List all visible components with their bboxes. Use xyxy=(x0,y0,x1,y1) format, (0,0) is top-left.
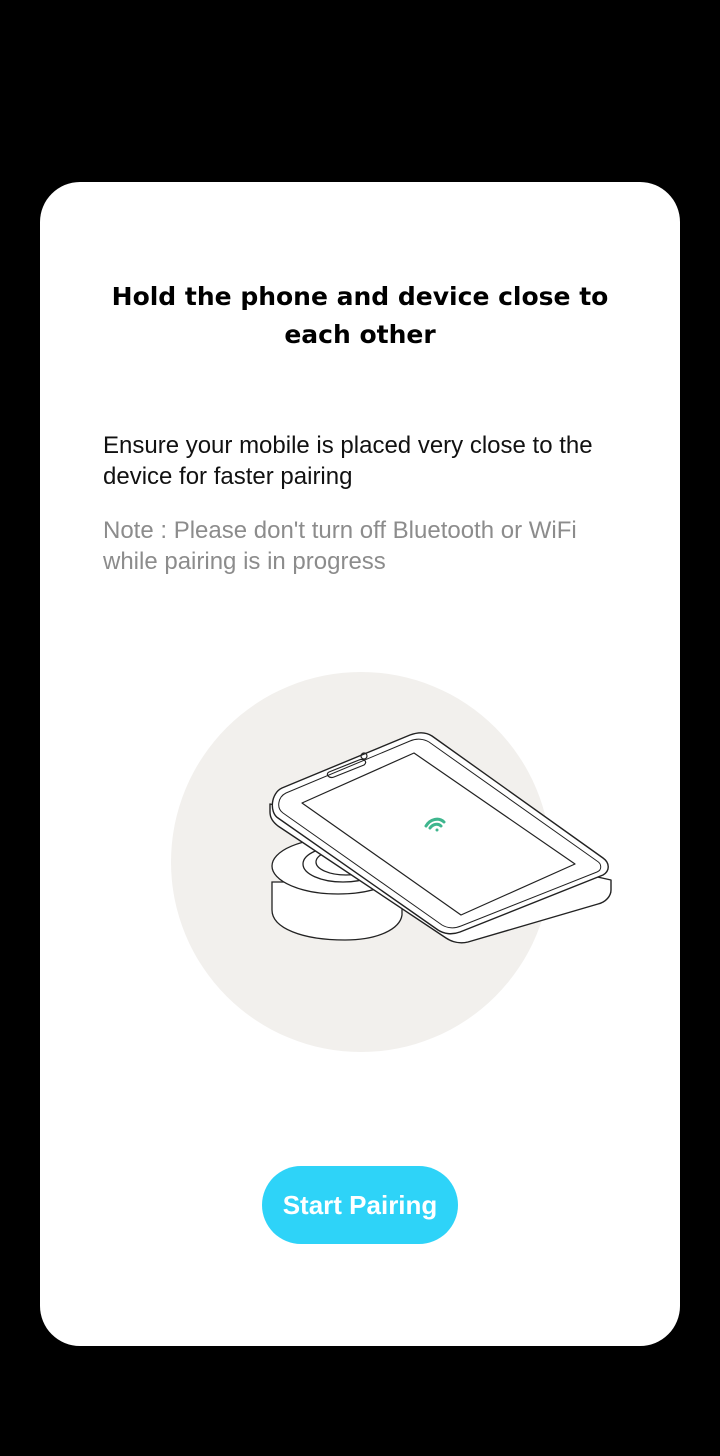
phone-on-device-pairing-icon xyxy=(171,672,612,1052)
note-text: Note : Please don't turn off Bluetooth o… xyxy=(103,517,577,575)
pairing-dialog: Hold the phone and device close to each … xyxy=(40,182,680,1346)
instruction-text: Ensure your mobile is placed very close … xyxy=(103,432,593,490)
dialog-title: Hold the phone and device close to each … xyxy=(111,282,609,349)
start-pairing-button[interactable]: Start Pairing xyxy=(262,1166,458,1244)
